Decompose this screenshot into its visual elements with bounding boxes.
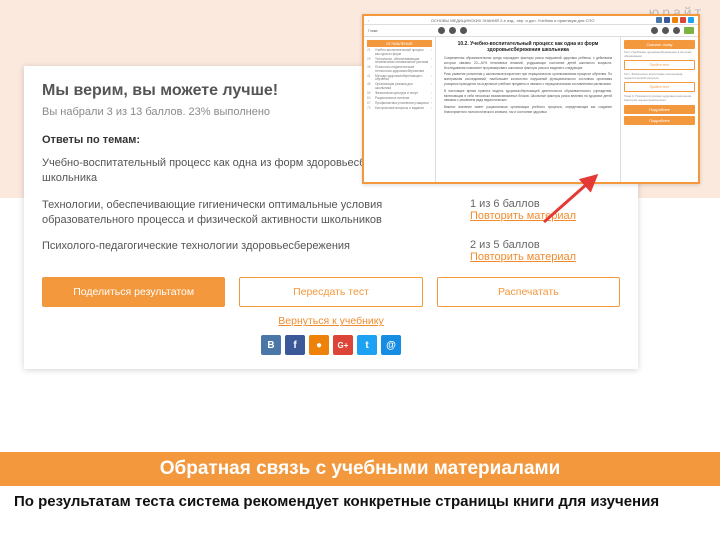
take-test-button[interactable]: Пройти тест bbox=[624, 82, 695, 92]
share-ok-icon[interactable]: ● bbox=[309, 335, 329, 355]
details-button[interactable]: Подробнее bbox=[624, 105, 695, 114]
slide-caption: По результатам теста система рекомендует… bbox=[14, 492, 706, 512]
status-badge bbox=[684, 27, 694, 34]
review-material-link[interactable]: Повторить материал bbox=[470, 251, 576, 263]
reader-toc: ОГЛАВЛЕНИЕ 21Учебно-воспитательный проце… bbox=[364, 37, 436, 182]
retake-test-button[interactable]: Пересдать тест bbox=[239, 277, 422, 307]
reader-sidebar: Скачать главу Тест. Проблемы здоровьесбе… bbox=[620, 37, 698, 182]
share-twitter-icon[interactable]: t bbox=[357, 335, 377, 355]
topic-row: Технологии, обеспечивающие гигиенически … bbox=[42, 198, 620, 228]
reader-page: 10.2. Учебно-воспитательный процесс как … bbox=[436, 37, 620, 182]
body-paragraph: В настоящее время принята модель здоровь… bbox=[444, 89, 612, 103]
book-reader-preview: ‹ ОСНОВЫ МЕДИЦИНСКИХ ЗНАНИЙ 2-е изд., пе… bbox=[362, 14, 700, 184]
share-fb-icon[interactable]: f bbox=[285, 335, 305, 355]
print-button[interactable]: Распечатать bbox=[437, 277, 620, 307]
social-mini-icon[interactable] bbox=[664, 17, 670, 23]
toc-item[interactable]: 41Методы здоровьесберегающего обучения› bbox=[367, 75, 432, 82]
toc-item[interactable]: 55Физическая культура и спорт› bbox=[367, 92, 432, 96]
nav-next-icon[interactable] bbox=[460, 27, 467, 34]
topic-score: 1 из 6 баллов bbox=[470, 198, 620, 210]
topic-row: Психолого-педагогические технологии здор… bbox=[42, 239, 620, 263]
toc-item[interactable]: 21Учебно-воспитательный процесс как одна… bbox=[367, 49, 432, 56]
section-banner: Обратная связь с учебными материалами bbox=[0, 452, 720, 486]
reader-titlebar: ‹ ОСНОВЫ МЕДИЦИНСКИХ ЗНАНИЙ 2-е изд., пе… bbox=[364, 16, 698, 25]
sidebar-text: Тест. Проблемы здоровьесбережения в сист… bbox=[624, 51, 695, 58]
toc-item[interactable]: 72Контрольные вопросы и задания› bbox=[367, 107, 432, 111]
search-icon[interactable] bbox=[651, 27, 658, 34]
nav-menu-icon[interactable] bbox=[449, 27, 456, 34]
body-paragraph: Современная образовательная среда порожд… bbox=[444, 56, 612, 70]
toc-item[interactable]: 60Рациональное питание› bbox=[367, 97, 432, 101]
toc-item[interactable]: 35Психолого-педагогические технологии зд… bbox=[367, 66, 432, 73]
social-mini-icon[interactable] bbox=[672, 17, 678, 23]
body-paragraph: Риск развития утомления у школьников воз… bbox=[444, 72, 612, 86]
share-vk-icon[interactable]: B bbox=[261, 335, 281, 355]
reader-toolbar: Глава bbox=[364, 25, 698, 37]
reader-book-title: ОСНОВЫ МЕДИЦИНСКИХ ЗНАНИЙ 2-е изд., пер.… bbox=[371, 18, 654, 23]
toolbar-label: Глава bbox=[368, 29, 377, 33]
topic-score: 2 из 5 баллов bbox=[470, 239, 620, 251]
go-back-icon[interactable]: ‹ bbox=[368, 18, 369, 23]
chapter-title: 10.2. Учебно-воспитательный процесс как … bbox=[444, 41, 612, 53]
details-button[interactable]: Подробнее bbox=[624, 116, 695, 125]
action-buttons: Поделиться результатом Пересдать тест Ра… bbox=[42, 277, 620, 307]
share-mail-icon[interactable]: @ bbox=[381, 335, 401, 355]
social-mini-icon[interactable] bbox=[656, 17, 662, 23]
print-icon[interactable] bbox=[662, 27, 669, 34]
social-share-row: B f ● G+ t @ bbox=[42, 335, 620, 355]
toc-header: ОГЛАВЛЕНИЕ bbox=[367, 40, 432, 47]
toc-item[interactable]: 48Организация режима дня школьника› bbox=[367, 83, 432, 90]
toc-item[interactable]: 67Профилактика утомления учащихся› bbox=[367, 102, 432, 106]
sidebar-text: Тема 3. Показатели уровня здоровья насел… bbox=[624, 95, 695, 102]
bookmark-icon[interactable] bbox=[673, 27, 680, 34]
review-material-link[interactable]: Повторить материал bbox=[470, 210, 576, 222]
take-test-button[interactable]: Пройти тест bbox=[624, 60, 695, 70]
social-mini-icon[interactable] bbox=[688, 17, 694, 23]
toc-item[interactable]: 29Технологии, обеспечивающие гигиеническ… bbox=[367, 58, 432, 65]
sidebar-text: Тест. Физическое воспитание школьников, … bbox=[624, 73, 695, 80]
nav-prev-icon[interactable] bbox=[438, 27, 445, 34]
body-paragraph: Важное значение имеет рациональная орган… bbox=[444, 105, 612, 115]
social-mini-icon[interactable] bbox=[680, 17, 686, 23]
topic-name: Технологии, обеспечивающие гигиенически … bbox=[42, 198, 440, 228]
download-chapter-button[interactable]: Скачать главу bbox=[624, 40, 695, 49]
share-gplus-icon[interactable]: G+ bbox=[333, 335, 353, 355]
share-result-button[interactable]: Поделиться результатом bbox=[42, 277, 225, 307]
back-to-textbook-link[interactable]: Вернуться к учебнику bbox=[42, 315, 620, 327]
topic-name: Психолого-педагогические технологии здор… bbox=[42, 239, 440, 263]
